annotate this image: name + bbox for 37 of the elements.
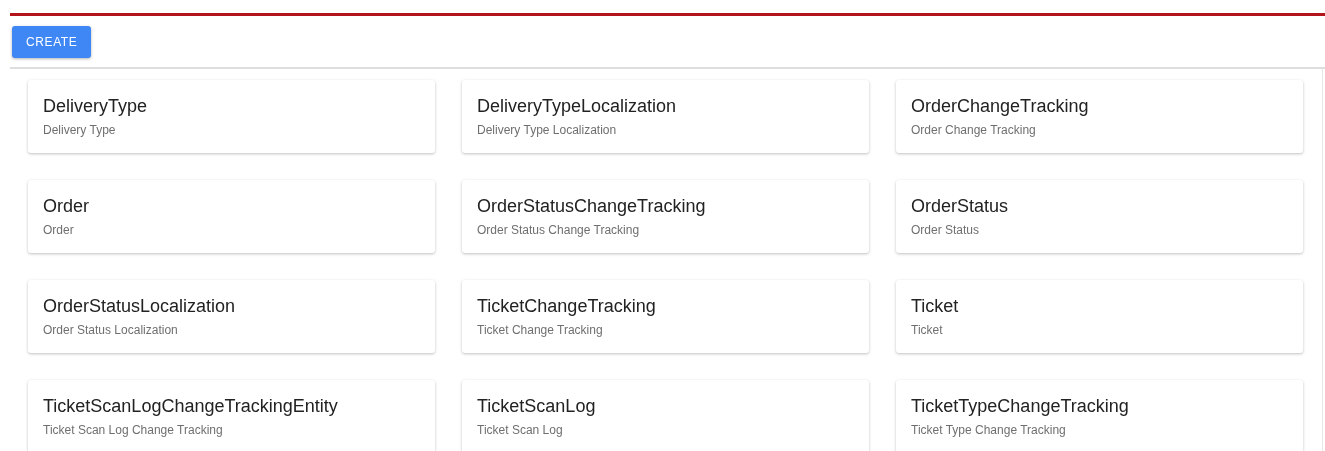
card-subtitle: Delivery Type: [43, 123, 117, 137]
card-subtitle: Order Status Change Tracking: [477, 223, 641, 237]
entity-card[interactable]: OrderStatus Order Status: [896, 180, 1303, 253]
card-subtitle: Ticket: [911, 323, 944, 337]
entity-card[interactable]: Ticket Ticket: [896, 280, 1303, 353]
entity-card[interactable]: OrderStatusChangeTracking Order Status Change Tracking: [462, 180, 869, 253]
entity-card[interactable]: OrderChangeTracking Order Change Tracking: [896, 80, 1303, 153]
entity-card[interactable]: Order Order: [28, 180, 435, 253]
card-subtitle: Order: [43, 223, 75, 237]
entity-card[interactable]: TicketChangeTracking Ticket Change Tracking: [462, 280, 869, 353]
entity-card[interactable]: DeliveryType Delivery Type: [28, 80, 435, 153]
card-subtitle: Ticket Scan Log Change Tracking: [43, 423, 224, 437]
card-subtitle: Ticket Change Tracking: [477, 323, 604, 337]
create-button[interactable]: CREATE: [12, 26, 92, 58]
entity-card[interactable]: DeliveryTypeLocalization Delivery Type Localization: [462, 80, 869, 153]
entity-card[interactable]: TicketScanLog Ticket Scan Log: [462, 380, 869, 451]
card-title: TicketChangeTracking: [477, 296, 657, 317]
card-title: OrderStatus: [911, 196, 1010, 217]
card-subtitle: Order Status Localization: [43, 323, 179, 337]
card-title: Ticket: [911, 296, 960, 317]
entity-card[interactable]: OrderStatusLocalization Order Status Localization: [28, 280, 435, 353]
card-title: OrderStatusChangeTracking: [477, 196, 707, 217]
card-subtitle: Order Change Tracking: [911, 123, 1037, 137]
card-title: Order: [43, 196, 90, 217]
card-subtitle: Delivery Type Localization: [477, 123, 618, 137]
card-title: DeliveryTypeLocalization: [477, 96, 678, 117]
card-title: TicketScanLog: [477, 396, 597, 417]
card-title: TicketTypeChangeTracking: [911, 396, 1130, 417]
card-title: OrderChangeTracking: [911, 96, 1090, 117]
entity-card[interactable]: TicketScanLogChangeTrackingEntity Ticket Scan Log Change Tracking: [28, 380, 435, 451]
card-title: DeliveryType: [43, 96, 149, 117]
card-title: TicketScanLogChangeTrackingEntity: [43, 396, 339, 417]
card-subtitle: Ticket Scan Log: [477, 423, 564, 437]
card-subtitle: Ticket Type Change Tracking: [911, 423, 1067, 437]
card-subtitle: Order Status: [911, 223, 981, 237]
card-title: OrderStatusLocalization: [43, 296, 237, 317]
entity-card[interactable]: TicketTypeChangeTracking Ticket Type Change Tracking: [896, 380, 1303, 451]
